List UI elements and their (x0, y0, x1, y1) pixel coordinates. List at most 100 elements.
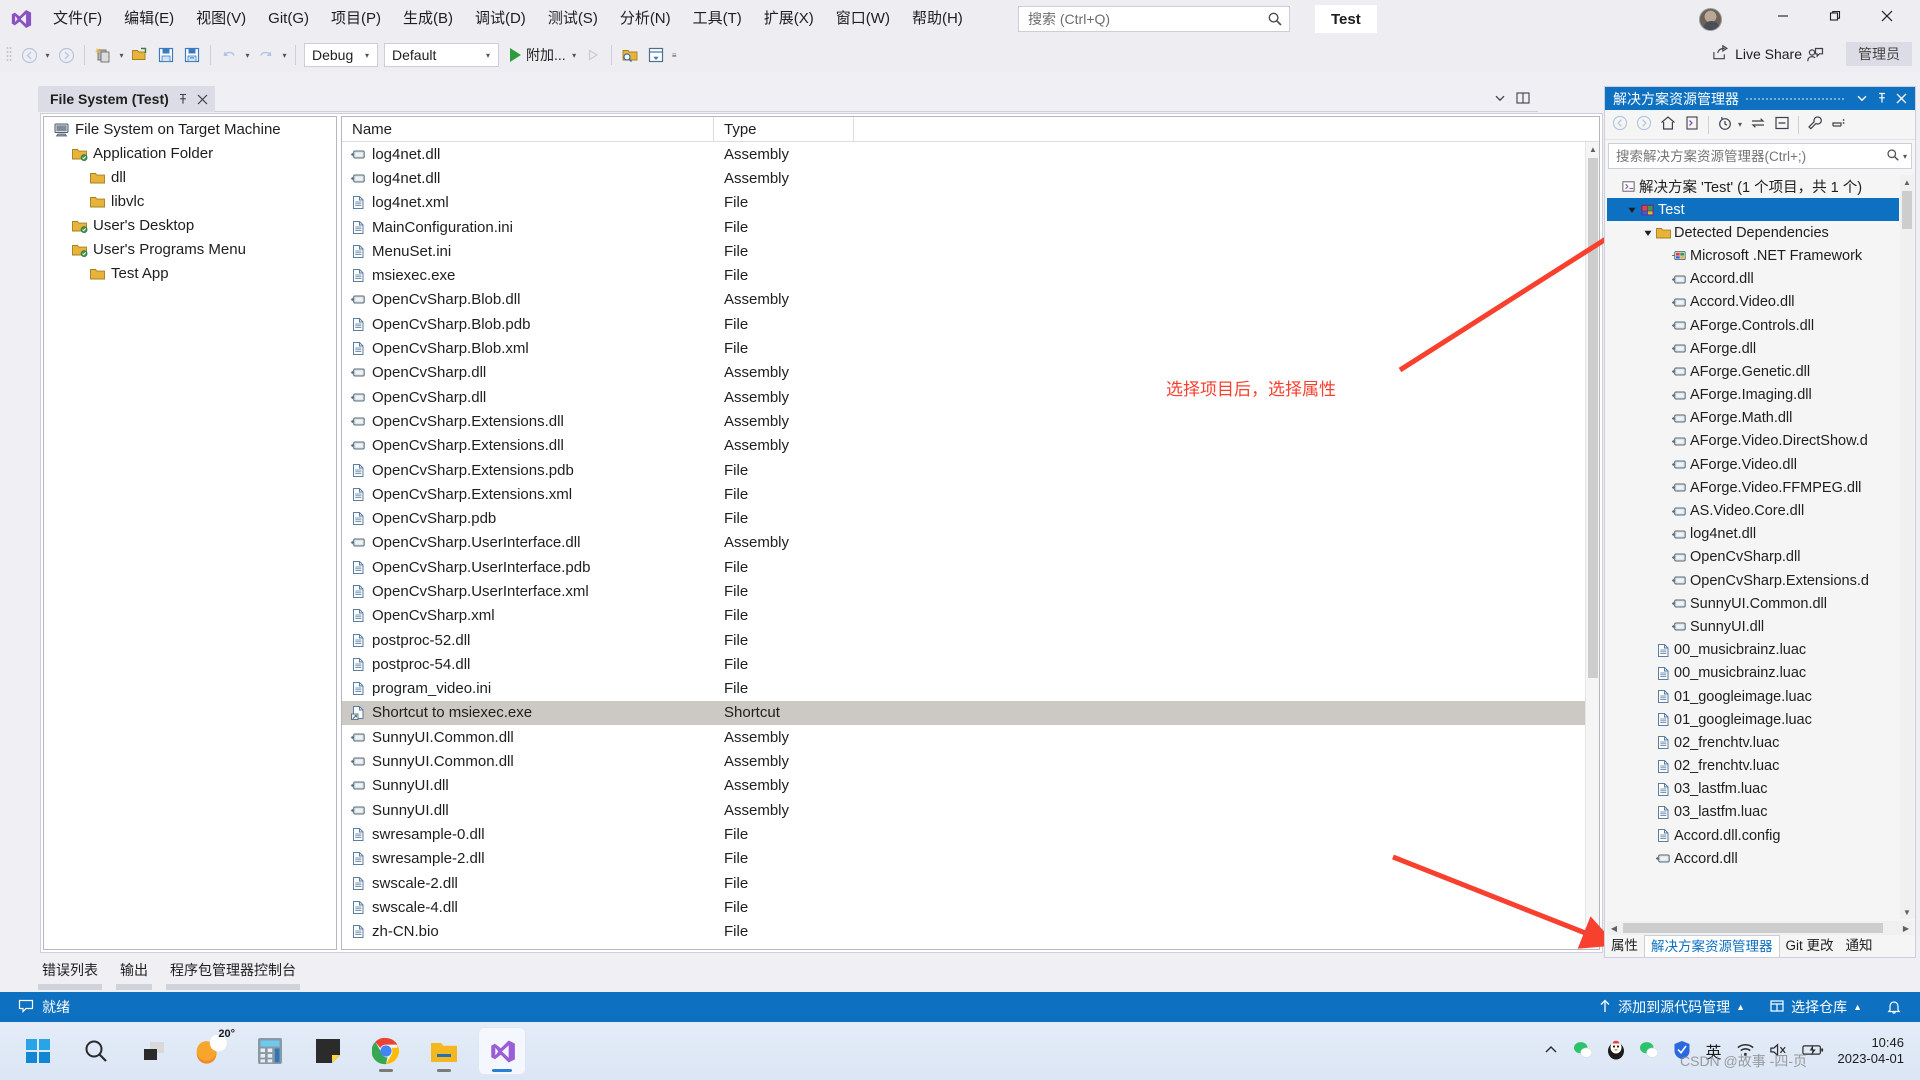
solution-tree-node[interactable]: 00_musicbrainz.luac (1607, 639, 1899, 662)
tab-notifications[interactable]: 通知 (1840, 935, 1879, 957)
menu-build[interactable]: 生成(B) (392, 0, 464, 38)
table-row[interactable]: OpenCvSharp.Extensions.xml File (342, 482, 1599, 506)
solution-tree-node[interactable]: OpenCvSharp.Extensions.d (1607, 569, 1899, 592)
solution-tree-scrollbar[interactable]: ▲ ▼ (1900, 175, 1914, 919)
table-row[interactable]: SunnyUI.dll Assembly (342, 798, 1599, 822)
table-row[interactable]: OpenCvSharp.dll Assembly (342, 385, 1599, 409)
solution-tree-node[interactable]: AForge.Controls.dll (1607, 314, 1899, 337)
table-row[interactable]: log4net.xml File (342, 191, 1599, 215)
solution-tree-node[interactable]: OpenCvSharp.dll (1607, 546, 1899, 569)
live-share-button[interactable]: Live Share (1712, 44, 1802, 64)
solution-tree-node[interactable]: AForge.Video.DirectShow.d (1607, 430, 1899, 453)
redo-dropdown[interactable]: ▾ (279, 43, 290, 67)
solution-tree-node[interactable]: Accord.dll (1607, 268, 1899, 291)
column-header-name[interactable]: Name (342, 117, 714, 142)
wechat-icon[interactable] (1639, 1041, 1659, 1062)
tab-package-manager-console[interactable]: 程序包管理器控制台 (166, 958, 300, 990)
wechat-icon[interactable] (1573, 1041, 1593, 1062)
add-to-source-control-button[interactable]: 添加到源代码管理 ▲ (1598, 997, 1745, 1017)
table-row[interactable]: MainConfiguration.ini File (342, 215, 1599, 239)
scroll-up-icon[interactable]: ▲ (1586, 142, 1599, 156)
solution-platform-combo[interactable]: Default ▾ (384, 43, 499, 67)
table-row[interactable]: Shortcut to msiexec.exe Shortcut (342, 700, 1599, 726)
chrome-app[interactable] (362, 1027, 410, 1075)
table-row[interactable]: OpenCvSharp.Blob.xml File (342, 336, 1599, 360)
undo-dropdown[interactable]: ▾ (242, 43, 253, 67)
scroll-right-icon[interactable]: ▶ (1899, 921, 1913, 935)
file-explorer-app[interactable] (420, 1027, 468, 1075)
menu-analyze[interactable]: 分析(N) (609, 0, 682, 38)
notepad-app[interactable] (304, 1027, 352, 1075)
toolbar-grip[interactable] (6, 45, 16, 65)
fs-tree-node[interactable]: libvlc (44, 189, 336, 213)
fs-tree-node[interactable]: dll (44, 165, 336, 189)
menu-project[interactable]: 项目(P) (320, 0, 392, 38)
fs-tree-node[interactable]: Test App (44, 261, 336, 285)
new-project-button[interactable] (91, 43, 115, 67)
collapse-all-icon[interactable] (1771, 113, 1793, 136)
weather-widget[interactable]: 20° (188, 1027, 236, 1075)
manage-nuget-button[interactable] (644, 43, 668, 67)
scroll-left-icon[interactable]: ◀ (1607, 921, 1621, 935)
tab-list-dropdown-icon[interactable] (1494, 92, 1506, 107)
table-row[interactable]: postproc-54.dll File (342, 652, 1599, 676)
table-row[interactable]: swresample-0.dll File (342, 822, 1599, 846)
menu-test[interactable]: 测试(S) (537, 0, 609, 38)
table-row[interactable]: OpenCvSharp.UserInterface.pdb File (342, 555, 1599, 579)
column-header-type[interactable]: Type (714, 117, 854, 142)
new-project-dropdown[interactable]: ▾ (116, 43, 127, 67)
table-row[interactable]: OpenCvSharp.UserInterface.xml File (342, 579, 1599, 603)
quick-search[interactable] (1018, 6, 1290, 32)
navigate-back-dropdown[interactable]: ▾ (42, 43, 53, 67)
scroll-up-icon[interactable]: ▲ (1900, 175, 1914, 189)
solution-tree-node[interactable]: AS.Video.Core.dll (1607, 499, 1899, 522)
forward-icon[interactable] (1633, 113, 1655, 136)
fs-tree-node[interactable]: File System on Target Machine (44, 117, 336, 141)
table-row[interactable]: swscale-4.dll File (342, 895, 1599, 919)
menu-tools[interactable]: 工具(T) (682, 0, 753, 38)
table-row[interactable]: OpenCvSharp.UserInterface.dll Assembly (342, 531, 1599, 555)
table-row[interactable]: OpenCvSharp.xml File (342, 604, 1599, 628)
avatar[interactable] (1699, 8, 1722, 31)
solution-tree-node[interactable]: Test (1607, 198, 1899, 222)
solution-tree-node[interactable]: AForge.dll (1607, 337, 1899, 360)
pin-icon[interactable] (1872, 91, 1892, 107)
solution-search-input[interactable] (1616, 148, 1886, 164)
table-row[interactable]: log4net.dll Assembly (342, 142, 1599, 166)
pin-icon[interactable] (177, 93, 189, 105)
solution-tree-node[interactable]: 02_frenchtv.luac (1607, 755, 1899, 778)
search-button[interactable] (72, 1027, 120, 1075)
solution-configuration-combo[interactable]: Debug ▾ (304, 43, 378, 67)
chevron-down-icon[interactable]: ▾ (1900, 152, 1907, 161)
minimize-icon[interactable] (1760, 0, 1806, 32)
solution-tree-node[interactable]: log4net.dll (1607, 523, 1899, 546)
table-row[interactable]: msiexec.exe File (342, 263, 1599, 287)
menu-file[interactable]: 文件(F) (42, 0, 113, 38)
pending-changes-icon[interactable] (1714, 113, 1736, 136)
home-icon[interactable] (1657, 113, 1679, 136)
tab-git-changes[interactable]: Git 更改 (1780, 935, 1840, 957)
solution-tree-node[interactable]: 01_googleimage.luac (1607, 708, 1899, 731)
navigate-forward-button[interactable] (54, 43, 78, 67)
table-row[interactable]: OpenCvSharp.Extensions.dll Assembly (342, 434, 1599, 458)
undo-button[interactable] (217, 43, 241, 67)
table-row[interactable]: postproc-52.dll File (342, 628, 1599, 652)
save-all-button[interactable] (180, 43, 204, 67)
scroll-down-icon[interactable]: ▼ (1900, 905, 1914, 919)
solution-tree-node[interactable]: 03_lastfm.luac (1607, 778, 1899, 801)
table-row[interactable]: MenuSet.ini File (342, 239, 1599, 263)
solution-tree-node[interactable]: Microsoft .NET Framework (1607, 244, 1899, 267)
fs-tree-node[interactable]: User's Programs Menu (44, 237, 336, 261)
qq-icon[interactable] (1607, 1040, 1625, 1063)
send-feedback-icon[interactable] (1806, 46, 1824, 67)
split-view-icon[interactable] (1516, 91, 1530, 108)
menu-help[interactable]: 帮助(H) (901, 0, 974, 38)
properties-wrench-icon[interactable] (1804, 113, 1826, 136)
start-without-debug-button[interactable] (581, 43, 605, 67)
close-icon[interactable] (1892, 91, 1911, 107)
solution-tree-node[interactable]: 03_lastfm.luac (1607, 801, 1899, 824)
solution-tree-hscrollbar[interactable]: ◀ ▶ (1607, 921, 1913, 935)
table-row[interactable]: SunnyUI.Common.dll Assembly (342, 749, 1599, 773)
open-file-button[interactable] (128, 43, 152, 67)
table-row[interactable]: OpenCvSharp.pdb File (342, 506, 1599, 530)
